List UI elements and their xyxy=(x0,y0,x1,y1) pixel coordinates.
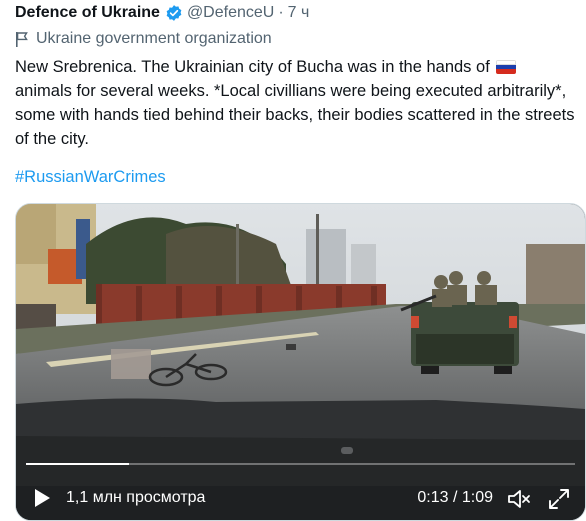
current-time: 0:13 xyxy=(417,489,449,506)
verified-badge-icon xyxy=(166,5,182,21)
video-player[interactable]: 1,1 млн просмотра 0:13 / 1:09 xyxy=(15,203,586,521)
tweet-text-line-1: New Srebrenica. The Ukrainian city of Bu… xyxy=(15,58,490,76)
video-progress-bar[interactable] xyxy=(26,463,575,465)
fullscreen-icon[interactable] xyxy=(547,487,571,511)
author-handle[interactable]: @DefenceU xyxy=(187,4,274,22)
video-timecode: 0:13 / 1:09 xyxy=(417,489,493,507)
flag-icon xyxy=(16,32,28,47)
tweet-text: New Srebrenica. The Ukrainian city of Bu… xyxy=(15,55,575,151)
affiliation-label: Ukraine government organization xyxy=(15,29,272,49)
video-progress-fill xyxy=(26,463,130,465)
hashtag-link[interactable]: #RussianWarCrimes xyxy=(15,168,166,187)
time-separator: / xyxy=(448,489,462,506)
play-icon[interactable] xyxy=(33,488,51,508)
affiliation-text: Ukraine government organization xyxy=(36,30,272,47)
video-duration: 1:09 xyxy=(461,489,493,506)
tweet-header: Defence of Ukraine @DefenceU · 7 ч xyxy=(15,2,309,24)
russia-flag-icon xyxy=(496,60,517,74)
volume-icon[interactable] xyxy=(507,488,531,510)
header-separator: · xyxy=(278,4,284,21)
tweet-time[interactable]: 7 ч xyxy=(288,4,310,22)
tweet-text-rest: animals for several weeks. *Local civill… xyxy=(15,82,575,148)
author-name[interactable]: Defence of Ukraine xyxy=(15,4,160,22)
video-frame xyxy=(16,204,585,520)
view-count: 1,1 млн просмотра xyxy=(66,489,206,506)
